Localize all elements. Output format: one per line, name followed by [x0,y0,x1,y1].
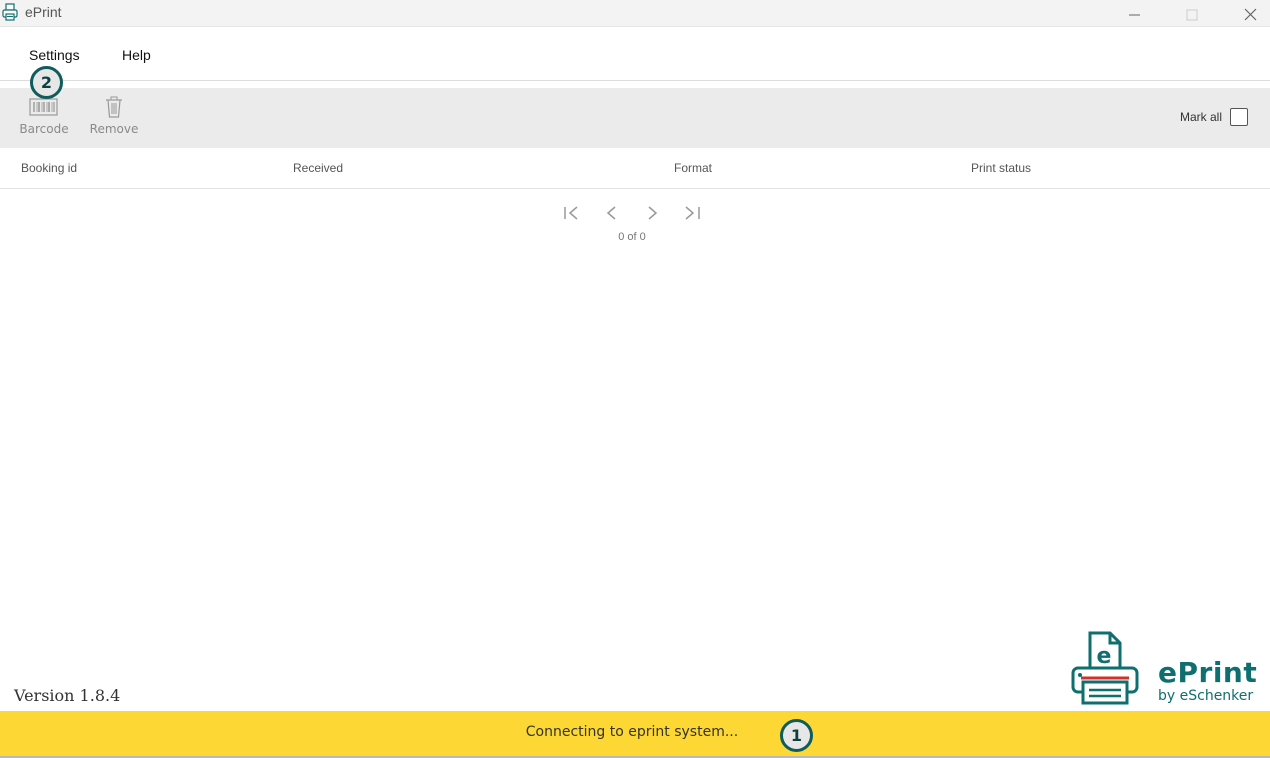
close-icon[interactable] [1238,4,1262,24]
remove-label: Remove [89,122,139,136]
eprint-logo: e ePrint by eSchenker [1068,630,1258,710]
menu-help[interactable]: Help [122,47,151,63]
last-page-icon[interactable] [681,202,705,224]
minimize-icon[interactable] [1122,4,1146,24]
mark-all-checkbox[interactable] [1230,108,1248,126]
page-count: 0 of 0 [618,231,646,243]
column-print-status[interactable]: Print status [971,161,1031,175]
menu-bar: Settings Help [0,26,1270,81]
previous-page-icon[interactable] [600,202,624,224]
table-header: Booking id Received Format Print status [0,148,1270,189]
version-label: Version 1.8.4 [14,686,121,705]
title-bar: ePrint [0,0,1270,26]
maximize-icon[interactable] [1180,4,1204,24]
column-received[interactable]: Received [293,161,343,175]
svg-text:e: e [1097,644,1112,669]
annotation-marker-1: 1 [780,719,813,752]
window-title: ePrint [25,4,62,20]
status-bar: Connecting to eprint system... [0,711,1270,758]
column-format[interactable]: Format [674,161,712,175]
mark-all-label: Mark all [1179,110,1222,124]
menu-settings[interactable]: Settings [29,47,80,63]
trash-icon [84,96,144,118]
barcode-icon [14,96,74,118]
barcode-button[interactable]: Barcode [14,96,74,146]
barcode-label: Barcode [19,122,69,136]
annotation-marker-2: 2 [30,66,63,99]
first-page-icon[interactable] [560,202,584,224]
pagination: 0 of 0 [0,200,1270,250]
brand-subtitle: by eSchenker [1158,688,1254,704]
printer-icon [1,3,19,26]
brand-name: ePrint [1158,656,1258,689]
next-page-icon[interactable] [641,202,665,224]
status-message: Connecting to eprint system... [525,724,739,740]
mark-all: Mark all [1180,108,1248,126]
toolbar: Barcode Remove Mark all [0,88,1270,148]
column-booking-id[interactable]: Booking id [21,161,77,175]
remove-button[interactable]: Remove [84,96,144,146]
